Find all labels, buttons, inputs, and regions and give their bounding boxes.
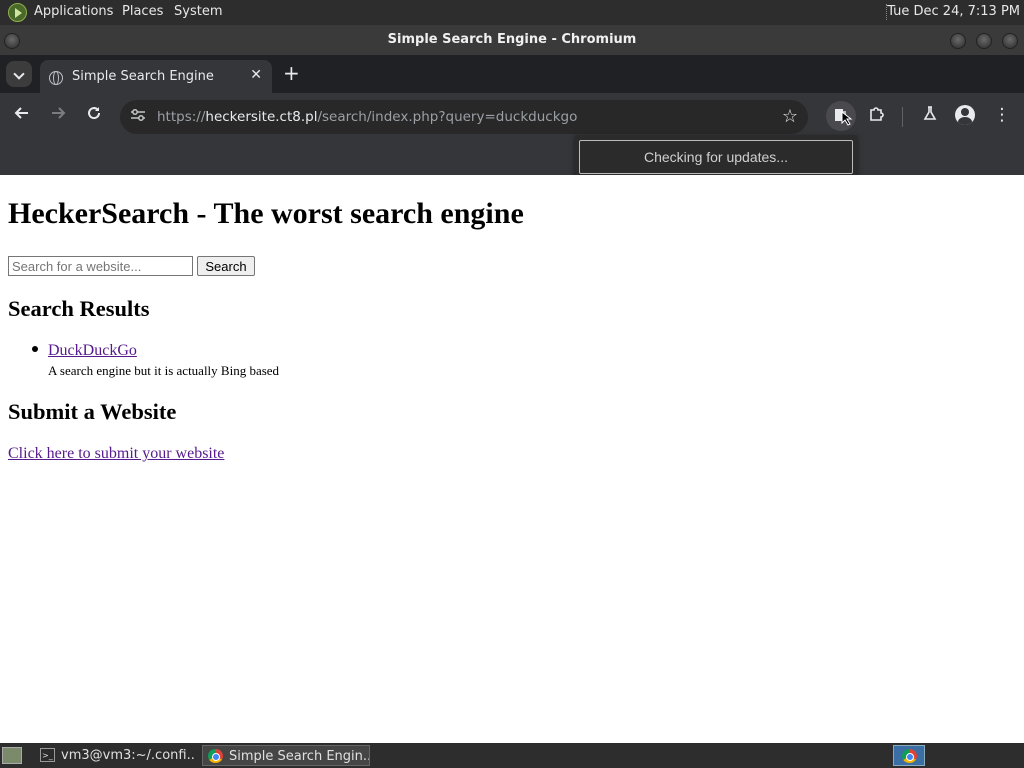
terminal-icon <box>40 745 55 766</box>
url-text[interactable]: https://heckersite.ct8.pl/search/index.p… <box>157 109 577 125</box>
minimize-button[interactable] <box>950 33 966 49</box>
menu-system[interactable]: System <box>174 4 222 19</box>
chromium-icon <box>208 749 223 763</box>
search-input[interactable] <box>8 256 193 276</box>
reload-icon[interactable] <box>82 105 106 126</box>
clock[interactable]: Tue Dec 24, 7:13 PM <box>887 4 1020 19</box>
extension-active-button[interactable] <box>826 101 856 131</box>
show-desktop-icon[interactable] <box>2 747 22 764</box>
menu-applications[interactable]: Applications <box>34 4 113 19</box>
forward-icon[interactable] <box>46 105 70 126</box>
window-menu-button[interactable] <box>4 33 20 49</box>
taskbar-item-label: vm3@vm3:~/.confi... <box>61 748 195 763</box>
url-scheme: https:// <box>157 109 206 125</box>
labs-flask-icon[interactable] <box>918 105 942 126</box>
chromium-tray-icon <box>902 749 917 763</box>
window-titlebar[interactable]: Simple Search Engine - Chromium <box>0 25 1024 55</box>
url-path: /search/index.php?query=duckduckgo <box>317 109 578 125</box>
tab-title: Simple Search Engine <box>72 69 214 84</box>
web-page: HeckerSearch - The worst search engine S… <box>0 175 1024 743</box>
menu-kebab-icon[interactable]: ⋮ <box>990 105 1014 125</box>
top-panel: Applications Places System Tue Dec 24, 7… <box>0 0 1024 25</box>
submit-heading: Submit a Website <box>8 399 177 424</box>
taskbar-item-label: Simple Search Engin... <box>229 749 370 764</box>
tab-close-icon[interactable]: ✕ <box>250 67 262 83</box>
search-button[interactable]: Search <box>197 256 255 276</box>
globe-icon <box>49 71 63 85</box>
taskbar-item-chromium[interactable]: Simple Search Engin... <box>202 745 370 766</box>
toolbar-divider <box>902 107 903 127</box>
menu-places[interactable]: Places <box>122 4 163 19</box>
distro-logo-icon[interactable] <box>8 3 27 22</box>
back-icon[interactable] <box>10 105 34 126</box>
window-title: Simple Search Engine - Chromium <box>387 32 637 47</box>
new-tab-button[interactable]: + <box>283 61 300 85</box>
tab-search-button[interactable] <box>6 61 32 87</box>
close-window-button[interactable] <box>1002 33 1018 49</box>
toolbar-lower-band <box>0 141 1024 175</box>
tab-simple-search-engine[interactable]: Simple Search Engine ✕ <box>40 60 272 93</box>
maximize-button[interactable] <box>976 33 992 49</box>
update-status-text: Checking for updates... <box>579 140 853 174</box>
extensions-puzzle-icon[interactable] <box>865 105 889 128</box>
tab-strip: Simple Search Engine ✕ + <box>0 55 1024 93</box>
tray-chromium-button[interactable] <box>893 745 925 766</box>
result-description: A search engine but it is actually Bing … <box>48 363 280 378</box>
browser-toolbar: https://heckersite.ct8.pl/search/index.p… <box>0 93 1024 141</box>
profile-avatar-icon[interactable] <box>955 105 975 125</box>
results-heading: Search Results <box>8 296 150 321</box>
list-bullet <box>32 346 38 352</box>
submit-website-link[interactable]: Click here to submit your website <box>8 445 224 463</box>
taskbar-item-terminal[interactable]: vm3@vm3:~/.confi... <box>35 745 195 766</box>
address-bar[interactable]: https://heckersite.ct8.pl/search/index.p… <box>120 100 808 134</box>
bookmark-star-icon[interactable]: ☆ <box>782 106 798 127</box>
site-info-icon[interactable] <box>130 108 146 126</box>
page-heading: HeckerSearch - The worst search engine <box>8 197 524 230</box>
result-link-duckduckgo[interactable]: DuckDuckGo <box>48 342 137 360</box>
url-host: heckersite.ct8.pl <box>205 109 318 125</box>
taskbar: vm3@vm3:~/.confi... Simple Search Engin.… <box>0 743 1024 768</box>
